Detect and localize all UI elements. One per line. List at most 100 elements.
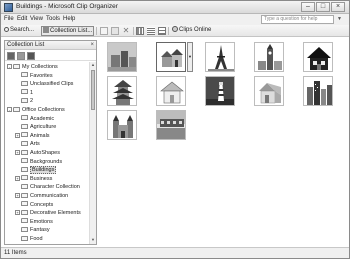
paste-icon[interactable] [111, 27, 119, 35]
tree-item-buildings[interactable]: Buildings [15, 166, 57, 175]
clip-eiffel-tower-image [206, 43, 234, 71]
menu-tools[interactable]: Tools [46, 16, 60, 22]
tree-item-decorative-elements[interactable]: + Decorative Elements [15, 209, 81, 217]
tree-item-character-collection[interactable]: Character Collection [15, 183, 80, 191]
clip-pagoda[interactable] [107, 76, 137, 106]
minimize-button[interactable]: – [301, 2, 315, 12]
delete-icon[interactable]: ✕ [122, 27, 130, 35]
menu-file[interactable]: File [4, 16, 14, 22]
menu-edit[interactable]: Edit [17, 16, 27, 22]
folder-icon [21, 115, 28, 121]
search-button[interactable]: Search... [3, 26, 35, 36]
folder-icon [21, 140, 28, 146]
scrollbar-thumb[interactable] [91, 70, 95, 110]
collection-list-title-text: Collection List [7, 42, 45, 48]
collection-properties-icon[interactable] [17, 52, 25, 60]
toolbar-separator [96, 27, 97, 35]
tree-item-label: 2 [30, 98, 34, 105]
help-dropdown-arrow-icon[interactable]: ▼ [337, 16, 342, 22]
details-view-icon[interactable] [158, 27, 166, 35]
help-question-input[interactable]: Type a question for help [261, 15, 334, 24]
clip-dropdown-arrow-icon[interactable]: ▼ [187, 42, 193, 72]
collapse-icon[interactable]: - [7, 107, 12, 112]
tree-item-backgrounds[interactable]: Backgrounds [15, 158, 62, 166]
tree-item-label: Business [30, 175, 53, 182]
new-collection-icon[interactable] [7, 52, 15, 60]
thumbnail-view-icon[interactable] [136, 27, 144, 35]
collection-tree-scrollbar[interactable]: ▲ ▼ [89, 62, 96, 244]
clip-waterfront-photo[interactable] [156, 110, 186, 140]
tree-item-emotions[interactable]: Emotions [15, 218, 53, 226]
tree-item-business[interactable]: + Business [15, 175, 52, 183]
toolbar: Search... Collection List... ✕ Clips Onl… [1, 25, 349, 37]
clip-big-ben[interactable] [254, 42, 284, 72]
tree-item-label: Decorative Elements [30, 210, 81, 217]
clip-buildings-photo[interactable] [107, 42, 137, 72]
maximize-button[interactable]: □ [316, 2, 330, 12]
scroll-up-icon[interactable]: ▲ [90, 62, 96, 69]
list-view-icon[interactable] [147, 27, 155, 35]
tree-item-label: 1 [30, 89, 34, 96]
tree-item-office-collections[interactable]: - Office Collections [7, 106, 65, 114]
tree-item-arts[interactable]: Arts [15, 140, 40, 148]
clip-big-ben-image [255, 43, 283, 71]
tree-item-1[interactable]: 1 [15, 89, 33, 97]
clip-row-houses[interactable] [156, 42, 186, 72]
tree-item-unclassified-clips[interactable]: Unclassified Clips [15, 80, 73, 88]
menu-view[interactable]: View [30, 16, 43, 22]
tree-item-2[interactable]: 2 [15, 97, 33, 105]
folder-icon [21, 192, 28, 198]
clip-house-3d[interactable] [254, 76, 284, 106]
clip-city-skyline[interactable] [303, 76, 333, 106]
folder-icon [21, 183, 28, 189]
clip-castle[interactable] [107, 110, 137, 140]
clip-house-drawing[interactable] [156, 76, 186, 106]
tree-item-animals[interactable]: + Animals [15, 132, 50, 140]
copy-icon[interactable] [100, 27, 108, 35]
tree-item-label: Arts [30, 141, 40, 148]
clip-castle-image [108, 111, 136, 139]
scroll-down-icon[interactable]: ▼ [90, 237, 96, 244]
collection-list-button[interactable]: Collection List... [41, 26, 95, 36]
clips-online-icon [172, 26, 178, 32]
tree-item-label: Buildings [30, 166, 57, 175]
clips-online-button[interactable]: Clips Online [171, 26, 212, 36]
tree-item-my-collections[interactable]: - My Collections [7, 63, 58, 71]
expand-icon[interactable]: + [15, 210, 20, 216]
tree-item-label: AutoShapes [30, 150, 60, 156]
toolbar-separator [133, 27, 134, 35]
collection-list-title: Collection List × [5, 41, 96, 50]
tree-item-label: Communication [30, 193, 69, 199]
expand-icon[interactable]: + [15, 150, 20, 155]
expand-icon[interactable]: + [15, 193, 20, 198]
tree-item-academic[interactable]: Academic [15, 115, 54, 123]
collapse-icon[interactable]: - [7, 64, 12, 69]
tree-item-concepts[interactable]: Concepts [15, 201, 53, 209]
tree-item-label: Academic [30, 115, 55, 122]
clip-house-icon[interactable] [303, 42, 333, 72]
tree-item-fantasy[interactable]: Fantasy [15, 226, 50, 234]
tree-item-label: Agriculture [30, 124, 57, 131]
expand-icon[interactable]: + [15, 175, 20, 181]
tree-item-communication[interactable]: + Communication [15, 192, 68, 200]
tree-item-label: Favorites [30, 72, 53, 79]
folder-icon [21, 80, 28, 86]
expand-icon[interactable]: + [15, 132, 20, 138]
close-pane-icon[interactable]: × [90, 41, 94, 50]
clip-lighthouse[interactable] [205, 76, 235, 106]
search-icon [4, 27, 9, 32]
clip-eiffel-tower[interactable] [205, 42, 235, 72]
close-button[interactable]: × [331, 2, 345, 12]
delete-collection-icon[interactable] [27, 52, 35, 60]
menu-bar: File Edit View Tools Help Type a questio… [1, 14, 349, 25]
tree-item-label: Emotions [30, 218, 53, 225]
folder-icon [21, 218, 28, 224]
tree-item-label: Office Collections [22, 107, 65, 113]
menu-help[interactable]: Help [63, 16, 75, 22]
tree-item-agriculture[interactable]: Agriculture [15, 123, 56, 131]
tree-item-label: Animals [30, 132, 50, 139]
tree-item-autoshapes[interactable]: + AutoShapes [15, 149, 60, 157]
folder-icon [21, 166, 28, 172]
tree-item-favorites[interactable]: Favorites [15, 72, 53, 80]
tree-item-food[interactable]: Food [15, 235, 43, 243]
